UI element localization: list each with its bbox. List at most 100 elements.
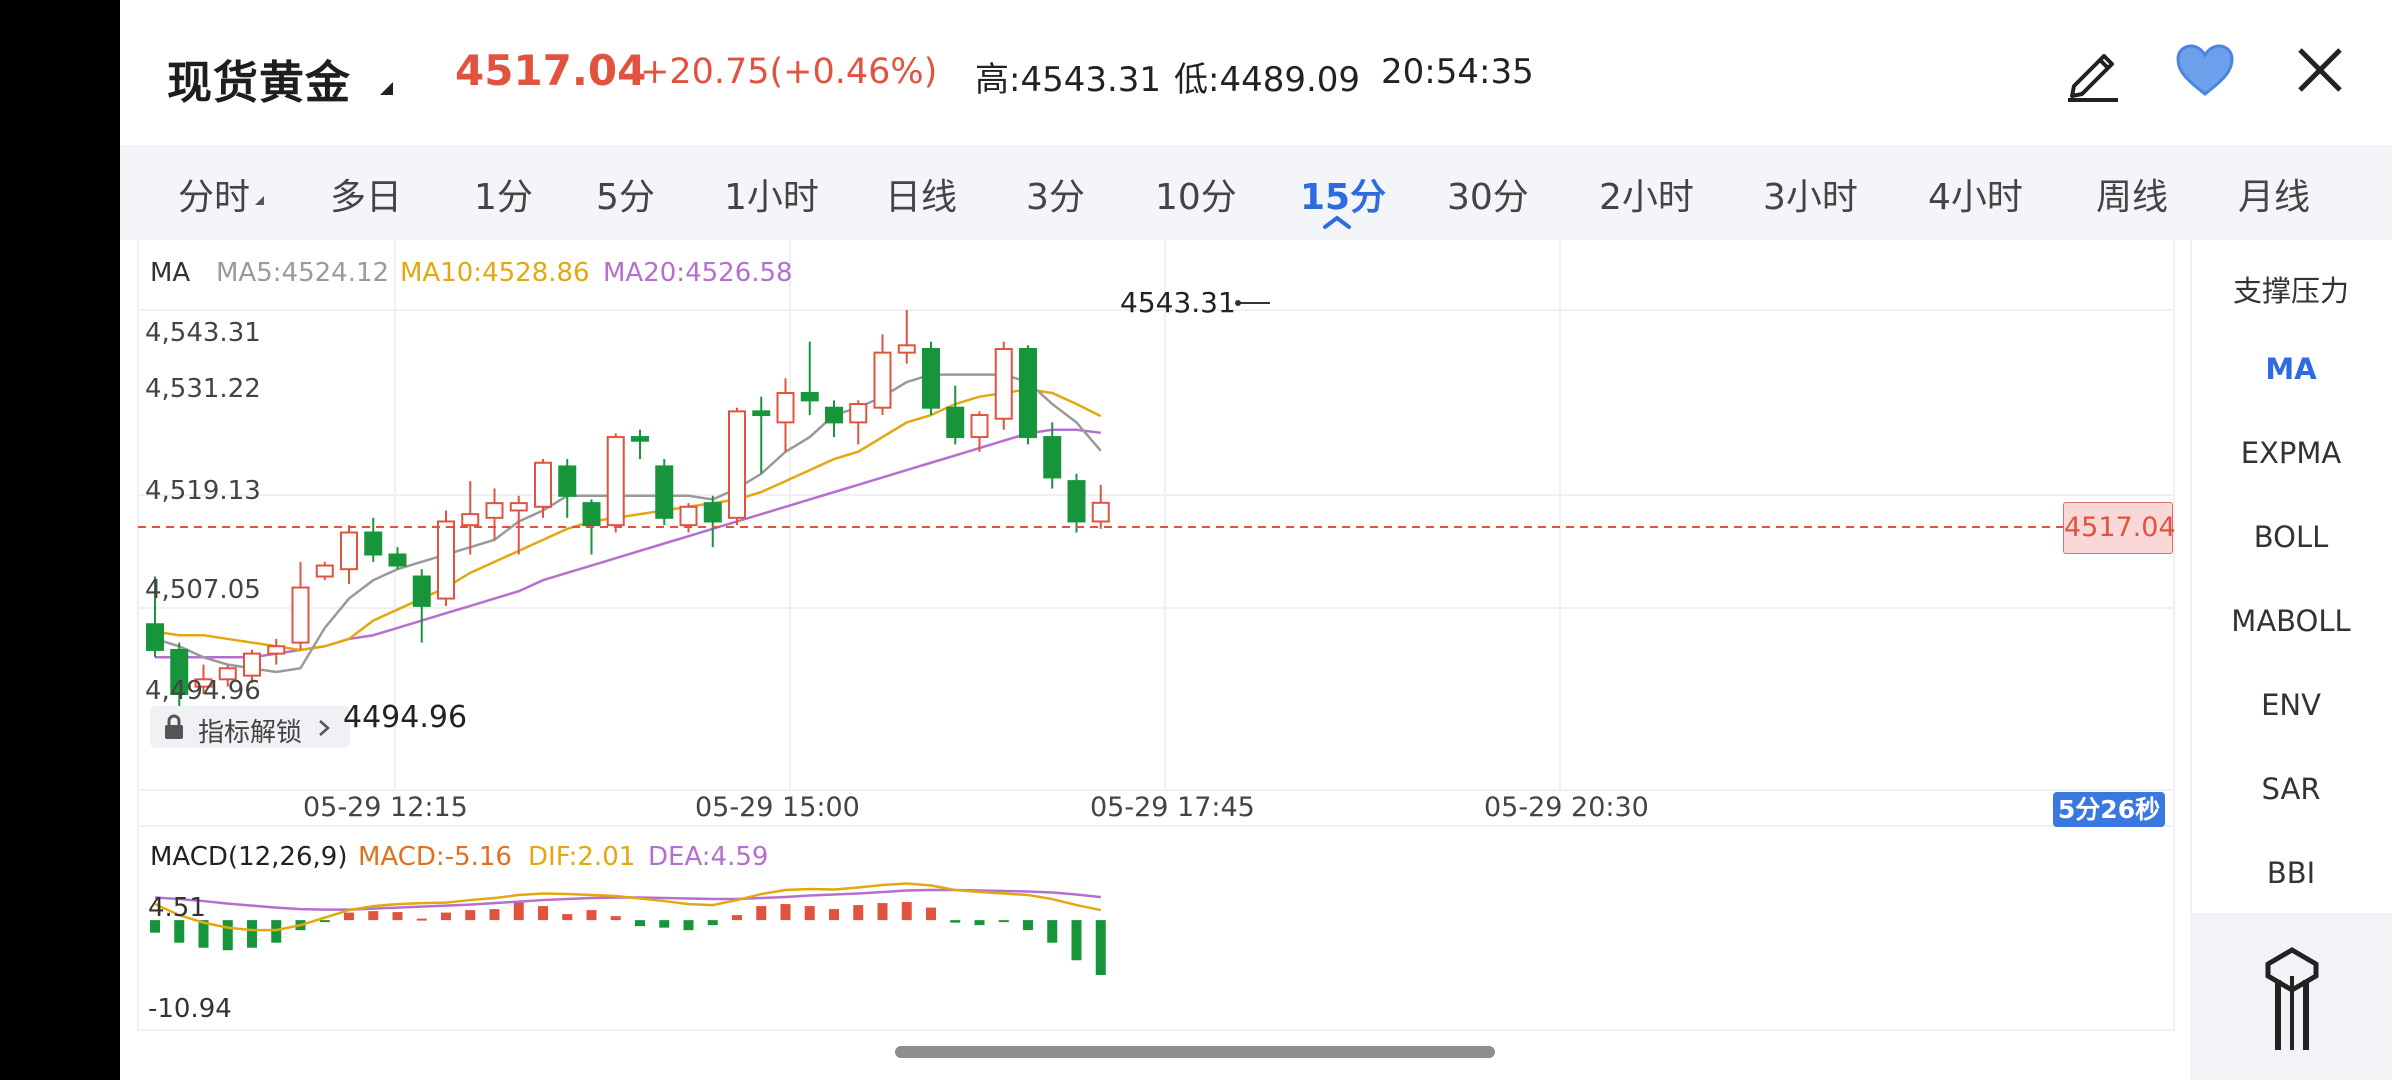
x-axis-label: 05-29 12:15 [303, 792, 468, 823]
candle-body [800, 392, 819, 402]
candle-body [631, 436, 649, 442]
macd-histogram-bar [1095, 920, 1106, 975]
macd-histogram-bar [1071, 920, 1082, 961]
macd-histogram-bar [756, 906, 767, 921]
candle-body [340, 531, 358, 571]
y-axis-label: 4,543.31 [145, 318, 261, 348]
candle-body [994, 347, 1013, 420]
macd-histogram-bar [877, 903, 888, 921]
macd-histogram-bar [271, 920, 282, 943]
candle-body [146, 623, 164, 651]
indicator-unlock-label[interactable]: 指标解锁 [198, 712, 302, 749]
y-axis-label: 4,507.05 [145, 575, 261, 605]
candle-body [1091, 501, 1110, 523]
home-indicator[interactable] [895, 1046, 1495, 1058]
candle-body [606, 436, 625, 527]
macd-histogram-bar [489, 909, 500, 921]
dea-line [154, 888, 1101, 911]
macd-histogram-bar [707, 920, 718, 926]
side-item-bbi[interactable]: BBI [2190, 856, 2392, 890]
side-item-maboll[interactable]: MABOLL [2190, 604, 2392, 638]
candle-body [776, 392, 795, 424]
candlestick-chart[interactable] [0, 0, 2392, 1080]
bar-countdown-badge: 5分26秒 [2053, 792, 2165, 827]
candle-body [461, 513, 480, 527]
candle-body [485, 502, 504, 519]
macd-histogram-bar [174, 920, 185, 943]
y-axis-label: 4,531.22 [145, 374, 261, 404]
candle-body [1019, 347, 1037, 439]
side-item-expma[interactable]: EXPMA [2190, 436, 2392, 470]
candle-body [243, 652, 261, 677]
candle-body [873, 351, 892, 409]
high-marker-label: 4543.31 [1120, 286, 1236, 319]
macd-histogram-bar [780, 904, 791, 921]
macd-histogram-bar [683, 920, 694, 931]
candle-body [364, 531, 383, 556]
macd-histogram-bar [222, 920, 233, 951]
candle-body [825, 406, 843, 424]
candle-body [437, 520, 455, 600]
macd-histogram-bar [853, 905, 864, 921]
lock-icon [165, 714, 183, 739]
candle-body [728, 410, 746, 519]
candle-body [1067, 480, 1086, 523]
macd-histogram-bar [562, 914, 573, 921]
candle-body [534, 461, 552, 508]
macd-indicator-label[interactable]: MACD(12,26,9) [150, 842, 347, 872]
macd-y-bottom: -10.94 [148, 994, 232, 1024]
macd-value: MACD:-5.16 [358, 842, 512, 872]
macd-histogram-bar [659, 920, 670, 928]
candle-body [291, 586, 310, 644]
side-item-boll[interactable]: BOLL [2190, 520, 2392, 554]
side-item-env[interactable]: ENV [2190, 688, 2392, 722]
x-axis-label: 05-29 17:45 [1090, 792, 1255, 823]
macd-histogram-bar [926, 907, 936, 921]
macd-histogram-bar [1047, 920, 1058, 943]
macd-histogram-bar [950, 920, 961, 923]
macd-histogram-bar [1023, 920, 1033, 931]
dif-value: DIF:2.01 [528, 842, 636, 872]
macd-histogram-bar [901, 902, 912, 921]
dea-value: DEA:4.59 [648, 842, 769, 872]
current-price-tag: 4517.04 [2063, 502, 2176, 554]
macd-histogram-bar [974, 920, 985, 926]
y-axis-label: 4,494.96 [145, 676, 261, 706]
macd-histogram-bar [998, 920, 1009, 923]
side-item-support-resistance[interactable]: 支撑压力 [2190, 268, 2392, 310]
candle-body [703, 502, 722, 523]
candle-body [970, 414, 989, 439]
candle-body [946, 406, 965, 439]
candle-body [655, 465, 674, 519]
candle-body [558, 465, 577, 497]
candle-body [509, 502, 528, 512]
candle-body [849, 403, 868, 424]
ma-label: MA [150, 258, 191, 288]
x-axis-label: 05-29 20:30 [1484, 792, 1649, 823]
macd-y-top: 4.51 [148, 893, 206, 923]
candle-body [897, 344, 916, 354]
candle-body [1043, 436, 1062, 479]
candle-body [922, 347, 940, 409]
macd-histogram-bar [368, 911, 379, 921]
y-axis-label: 4,519.13 [145, 476, 261, 506]
low-marker-label: 4494.96 [343, 700, 468, 735]
side-item-ma[interactable]: MA [2190, 352, 2392, 386]
macd-histogram-bar [344, 912, 354, 921]
side-item-sar[interactable]: SAR [2190, 772, 2392, 806]
macd-histogram-bar [416, 918, 427, 921]
macd-histogram-bar [829, 909, 839, 921]
macd-histogram-bar [732, 915, 742, 921]
candle-body [267, 645, 286, 655]
candle-body [388, 553, 407, 567]
candle-body [582, 502, 601, 527]
macd-histogram-bar [804, 906, 815, 921]
ma20-value: MA20:4526.58 [603, 258, 793, 288]
indicator-settings-icon[interactable] [2262, 946, 2322, 1056]
chevron-right-icon [319, 720, 330, 736]
macd-histogram-bar [319, 920, 330, 923]
macd-histogram-bar [610, 916, 621, 921]
macd-histogram-bar [247, 920, 257, 948]
macd-histogram-bar [586, 910, 597, 921]
candle-body [752, 410, 771, 417]
